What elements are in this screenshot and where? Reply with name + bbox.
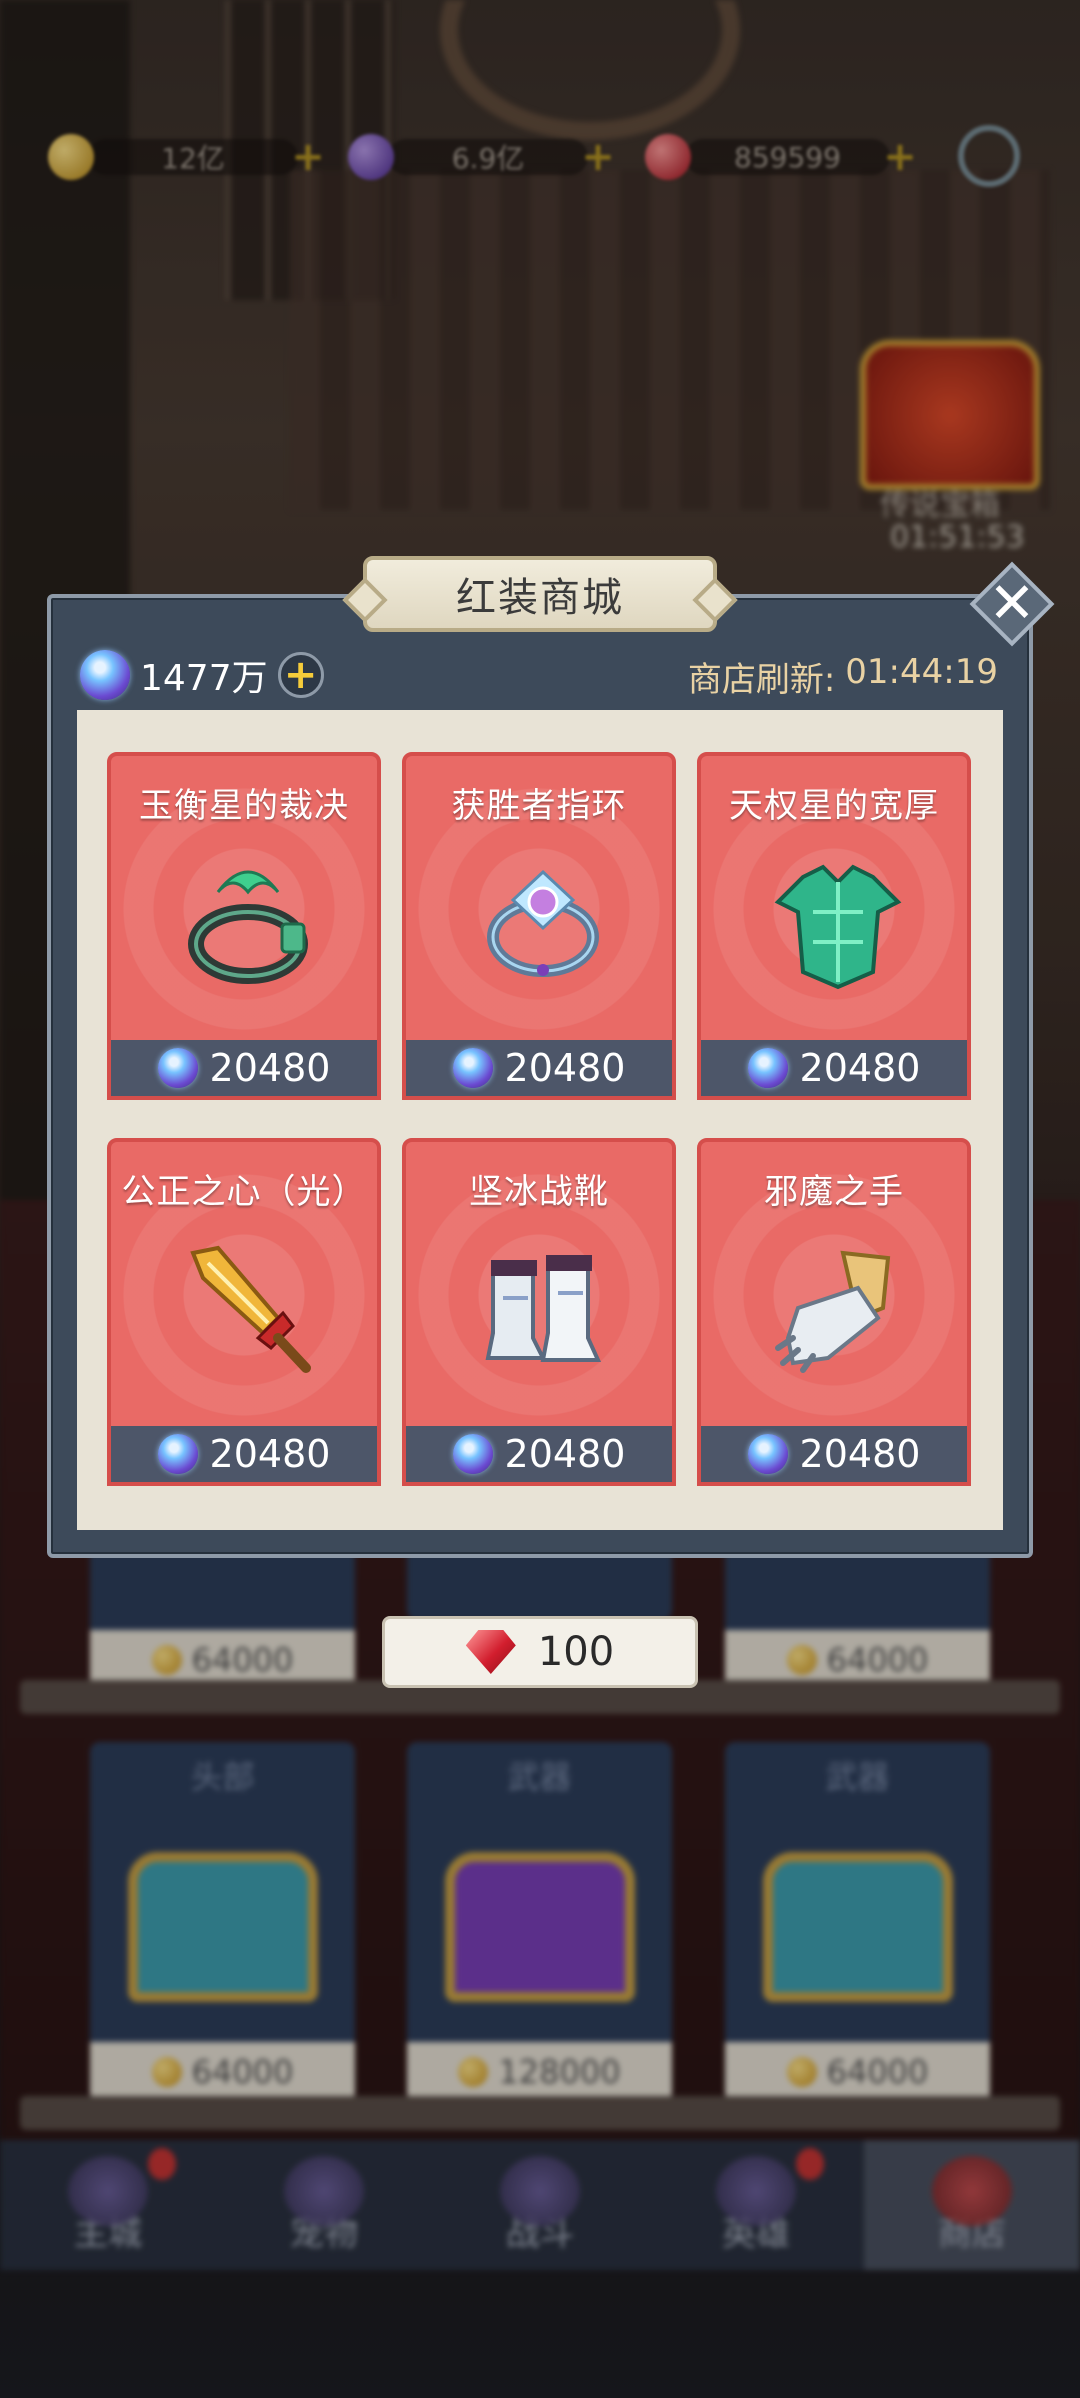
item-name: 玉衡星的裁决 [139,786,349,826]
price-value: 20480 [799,1046,921,1090]
sword-icon [190,1245,311,1373]
item-price: 20480 [406,1426,672,1482]
item-price: 20480 [111,1426,377,1482]
crystal-orb-icon [80,650,130,700]
item-name: 公正之心（光） [121,1172,367,1212]
shop-item-card[interactable]: 天权星的宽厚 20480 [697,752,971,1100]
crystal-orb-icon [452,1434,493,1474]
shop-item-card[interactable]: 坚冰战靴 20480 [402,1138,676,1486]
refresh-countdown: 01:44:19 [845,652,998,692]
close-button[interactable]: ✕ [969,561,1055,647]
ruby-icon [465,1630,516,1674]
price-value: 20480 [209,1046,331,1090]
gem-ring-icon [487,869,599,977]
refresh-shop-button[interactable]: 100 [382,1616,698,1688]
item-price: 20480 [406,1040,672,1096]
add-currency-button[interactable]: + [277,652,324,698]
item-price: 20480 [701,1040,967,1096]
shop-item-card[interactable]: 获胜者指环 20480 [402,752,676,1100]
price-value: 20480 [209,1432,331,1476]
balance-amount: 1477万 [140,658,268,699]
item-price: 20480 [701,1426,967,1482]
shop-item-card[interactable]: 邪魔之手 20480 [697,1138,971,1486]
price-value: 20480 [504,1046,626,1090]
refresh-label: 商店刷新: [687,660,836,700]
refresh-cost: 100 [537,1629,615,1675]
item-name: 天权星的宽厚 [729,786,939,826]
boots-icon [485,1255,602,1362]
item-name: 坚冰战靴 [469,1172,609,1212]
armor-icon [774,864,902,990]
dialog-title: 红装商城 [363,556,717,632]
ring-icon [188,870,308,984]
price-value: 20480 [504,1432,626,1476]
crystal-orb-icon [747,1048,788,1088]
shop-item-card[interactable]: 玉衡星的裁决 20480 [107,752,381,1100]
crystal-orb-icon [452,1048,493,1088]
item-name: 获胜者指环 [451,786,627,826]
crystal-orb-icon [157,1048,198,1088]
shop-refresh-timer: 商店刷新: 01:44:19 [688,652,998,701]
crystal-orb-icon [747,1434,788,1474]
currency-balance: 1477万 + [80,648,324,702]
item-name: 邪魔之手 [764,1172,904,1212]
close-icon: ✕ [988,571,1036,636]
crystal-orb-icon [157,1434,198,1474]
shop-item-card[interactable]: 公正之心（光） 20480 [107,1138,381,1486]
item-price: 20480 [111,1040,377,1096]
gauntlet-icon [775,1250,891,1373]
price-value: 20480 [799,1432,921,1476]
